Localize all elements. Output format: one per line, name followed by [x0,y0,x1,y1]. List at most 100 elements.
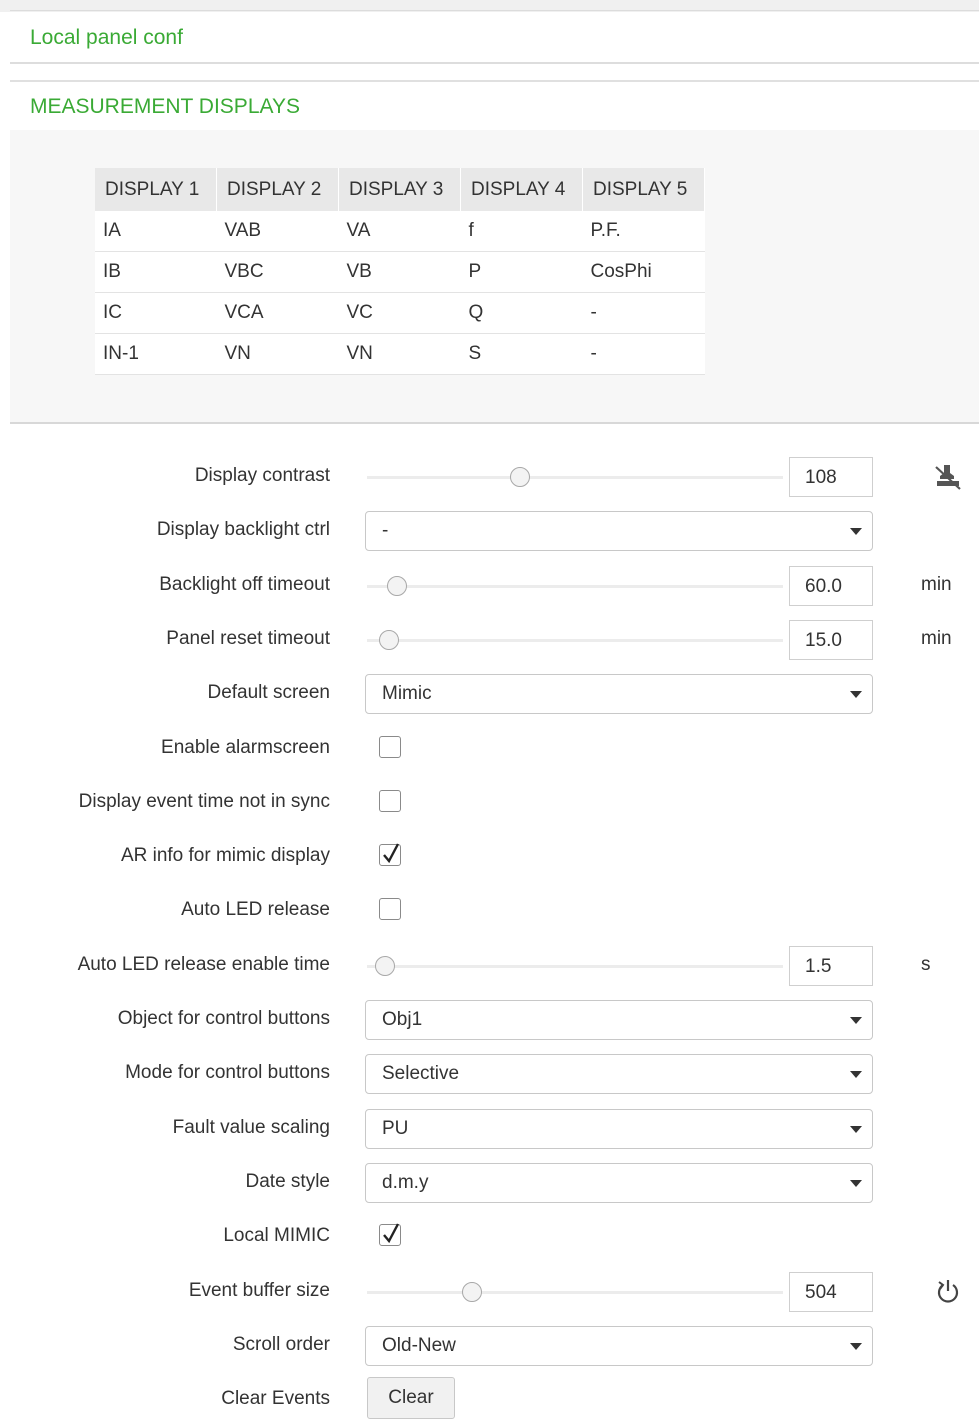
table-cell: Q [460,292,583,334]
display-contrast-input[interactable]: 108 [789,457,873,497]
table-cell: VAB [216,211,339,252]
panel-header: Local panel conf [10,12,979,64]
chevron-down-icon [850,1180,862,1187]
table-cell: VN [216,333,339,375]
backlight-timeout-input[interactable]: 60.0 [789,566,873,606]
chevron-down-icon [850,1126,862,1133]
date-style-select[interactable]: d.m.y [365,1163,873,1203]
object-control-select[interactable]: Obj1 [365,1000,873,1040]
select-value: Old-New [382,1335,456,1356]
display-event-time-row: Display event time not in sync [0,783,979,823]
unit-label: s [921,954,931,975]
event-buffer-input[interactable]: 504 [789,1272,873,1312]
slider-handle[interactable] [462,1282,483,1302]
table-cell: IB [95,251,217,293]
ar-info-label: AR info for mimic display [120,845,330,866]
select-value: Selective [382,1063,460,1084]
event-buffer-label: Event buffer size [188,1280,330,1301]
top-divider [10,10,979,11]
column-header: DISPLAY 5 [582,168,705,211]
local-mimic-label: Local MIMIC [223,1225,330,1246]
table-cell: VCA [216,292,339,334]
column-header: DISPLAY 2 [216,168,339,211]
display-backlight-label: Display backlight ctrl [156,519,330,540]
select-value: Mimic [382,683,432,704]
table-cell: P.F. [582,211,705,252]
mode-control-row: Mode for control buttons Selective [0,1054,979,1094]
backlight-timeout-slider[interactable] [367,576,783,596]
auto-led-time-slider[interactable] [367,956,783,976]
enable-alarmscreen-label: Enable alarmscreen [161,737,330,758]
event-buffer-row: Event buffer size 504 [0,1272,979,1312]
object-control-row: Object for control buttons Obj1 [0,1000,979,1040]
table-cell: P [460,251,583,293]
fault-scaling-label: Fault value scaling [172,1117,330,1138]
scroll-order-select[interactable]: Old-New [365,1326,873,1366]
table-cell: IA [95,211,217,252]
panel-reset-slider[interactable] [367,630,783,650]
scroll-order-label: Scroll order [232,1334,330,1355]
select-value: d.m.y [382,1172,429,1193]
table-row: IN-1 VN VN S - [95,333,705,375]
ar-info-row: AR info for mimic display [0,837,979,877]
display-contrast-row: Display contrast 108 [0,457,979,497]
column-header: DISPLAY 3 [338,168,461,211]
power-restart-icon[interactable] [932,1276,964,1313]
slider-handle[interactable] [374,956,395,976]
chevron-down-icon [850,1017,862,1024]
table-cell: VBC [216,251,339,293]
display-event-time-checkbox[interactable] [379,790,401,812]
table-cell: VN [338,333,461,375]
column-header: DISPLAY 4 [460,168,583,211]
slider-handle[interactable] [509,467,530,487]
slider-handle[interactable] [386,576,407,596]
select-value: PU [382,1118,409,1139]
fault-scaling-select[interactable]: PU [365,1109,873,1149]
auto-led-time-input[interactable]: 1.5 [789,946,873,986]
table-header-row: DISPLAY 1 DISPLAY 2 DISPLAY 3 DISPLAY 4 … [95,168,705,211]
enable-alarmscreen-checkbox[interactable] [379,736,401,758]
table-cell: - [582,333,705,375]
default-screen-select[interactable]: Mimic [365,674,873,714]
panel-reset-input[interactable]: 15.0 [789,620,873,660]
enable-alarmscreen-row: Enable alarmscreen [0,729,979,769]
select-value: Obj1 [382,1009,423,1030]
chevron-down-icon [850,1071,862,1078]
checkmark-icon [383,1223,400,1244]
section-header: MEASUREMENT DISPLAYS [10,80,979,132]
backlight-timeout-label: Backlight off timeout [159,574,330,595]
event-buffer-slider[interactable] [367,1282,783,1302]
chevron-down-icon [850,1343,862,1350]
table-row: IC VCA VC Q - [95,292,705,334]
display-backlight-row: Display backlight ctrl - [0,511,979,551]
table-cell: f [460,211,583,252]
clear-events-label: Clear Events [221,1388,330,1409]
object-control-label: Object for control buttons [117,1008,330,1029]
display-backlight-select[interactable]: - [365,511,873,551]
auto-led-release-row: Auto LED release [0,891,979,931]
clear-events-button[interactable]: Clear [367,1377,455,1419]
slider-handle[interactable] [378,630,399,650]
table-cell: CosPhi [582,251,705,293]
table-row: IA VAB VA f P.F. [95,211,705,252]
ar-info-checkbox[interactable] [379,843,401,866]
display-contrast-label: Display contrast [194,465,330,486]
unit-label: min [921,574,952,595]
display-contrast-slider[interactable] [367,467,783,487]
table-cell: VA [338,211,461,252]
stamp-icon[interactable] [932,461,964,498]
local-mimic-row: Local MIMIC [0,1217,979,1257]
auto-led-release-checkbox[interactable] [379,898,401,920]
select-value: - [382,520,389,541]
table-cell: VB [338,251,461,293]
display-event-time-label: Display event time not in sync [78,791,330,812]
local-mimic-checkbox[interactable] [379,1223,401,1246]
mode-control-select[interactable]: Selective [365,1054,873,1094]
table-row: IB VBC VB P CosPhi [95,251,705,293]
date-style-label: Date style [245,1171,330,1192]
table-cell: S [460,333,583,375]
table-cell: IN-1 [95,333,217,375]
unit-label: min [921,628,952,649]
chevron-down-icon [850,528,862,535]
default-screen-label: Default screen [207,682,330,703]
